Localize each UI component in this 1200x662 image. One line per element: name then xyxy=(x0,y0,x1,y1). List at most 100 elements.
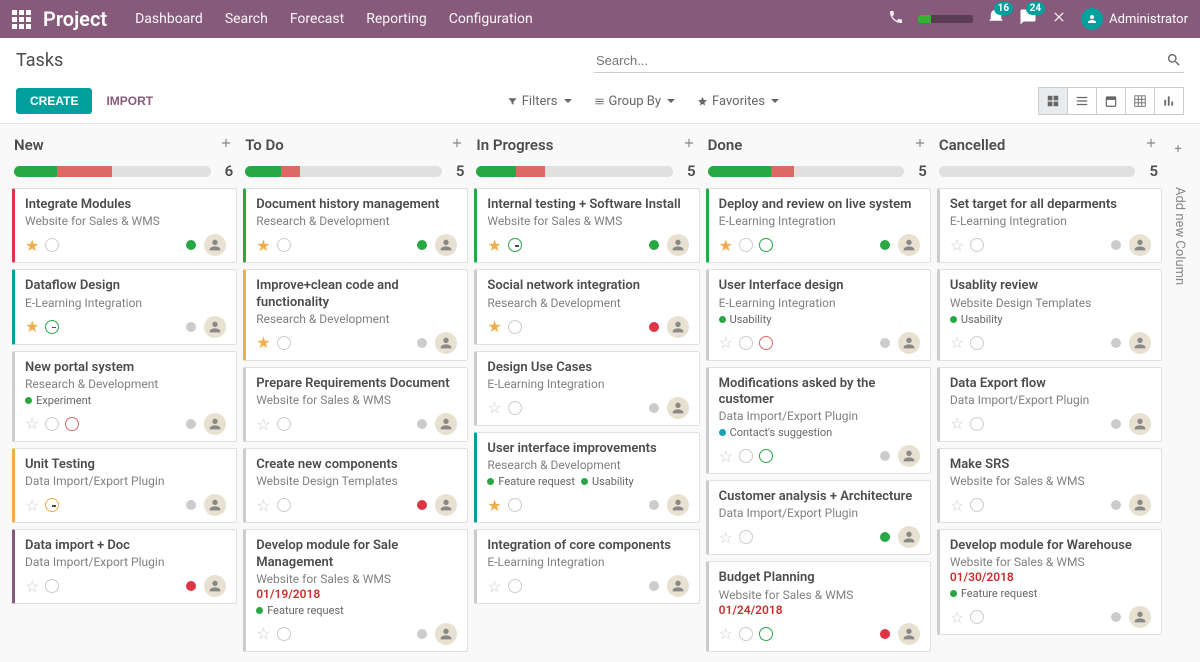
assignee-avatar[interactable] xyxy=(898,445,920,467)
status-dot[interactable] xyxy=(186,581,196,591)
status-dot[interactable] xyxy=(649,500,659,510)
clock-icon[interactable] xyxy=(45,579,59,593)
kanban-card[interactable]: Make SRSWebsite for Sales & WMS☆ xyxy=(937,448,1162,523)
kanban-card[interactable]: Internal testing + Software InstallWebsi… xyxy=(474,188,699,263)
star-icon[interactable]: ★ xyxy=(25,236,39,255)
nav-search[interactable]: Search xyxy=(225,11,268,27)
star-icon[interactable]: ★ xyxy=(487,317,501,336)
star-icon[interactable]: ☆ xyxy=(719,447,733,466)
status-dot[interactable] xyxy=(649,581,659,591)
status-dot[interactable] xyxy=(417,500,427,510)
status-dot[interactable] xyxy=(649,403,659,413)
clock-icon[interactable] xyxy=(277,627,291,641)
clock-icon[interactable] xyxy=(45,498,59,512)
assignee-avatar[interactable] xyxy=(667,316,689,338)
assignee-avatar[interactable] xyxy=(435,234,457,256)
clock-icon[interactable] xyxy=(508,238,522,252)
add-card-icon[interactable] xyxy=(913,136,927,154)
phone-icon[interactable] xyxy=(888,9,904,29)
kanban-card[interactable]: Integration of core componentsE-Learning… xyxy=(474,529,699,604)
filters-dropdown[interactable]: Filters xyxy=(507,94,572,109)
messages-icon[interactable]: 24 xyxy=(1019,8,1037,30)
clock-icon[interactable] xyxy=(45,238,59,252)
clock-icon[interactable] xyxy=(277,498,291,512)
add-column-label[interactable]: Add new Column xyxy=(1168,157,1191,285)
clock-icon[interactable] xyxy=(508,579,522,593)
status-dot[interactable] xyxy=(417,338,427,348)
status-dot[interactable] xyxy=(880,629,890,639)
assignee-avatar[interactable] xyxy=(204,575,226,597)
star-icon[interactable]: ☆ xyxy=(256,496,270,515)
clock-icon[interactable] xyxy=(739,627,753,641)
kanban-card[interactable]: Integrate ModulesWebsite for Sales & WMS… xyxy=(12,188,237,263)
kanban-card[interactable]: Develop module for WarehouseWebsite for … xyxy=(937,529,1162,635)
clock-icon[interactable] xyxy=(970,610,984,624)
kanban-card[interactable]: User Interface designE-Learning Integrat… xyxy=(706,269,931,360)
status-dot[interactable] xyxy=(1111,419,1121,429)
import-button[interactable]: IMPORT xyxy=(92,88,167,114)
status-dot[interactable] xyxy=(880,338,890,348)
kanban-card[interactable]: Dataflow DesignE-Learning Integration★ xyxy=(12,269,237,344)
star-icon[interactable]: ☆ xyxy=(25,496,39,515)
groupby-dropdown[interactable]: Group By xyxy=(594,94,676,109)
star-icon[interactable]: ☆ xyxy=(256,415,270,434)
star-icon[interactable]: ☆ xyxy=(487,577,501,596)
assignee-avatar[interactable] xyxy=(667,397,689,419)
add-card-icon[interactable] xyxy=(1144,136,1158,154)
clock-icon[interactable] xyxy=(970,238,984,252)
view-list[interactable] xyxy=(1067,87,1097,115)
view-graph[interactable] xyxy=(1154,87,1184,115)
assignee-avatar[interactable] xyxy=(898,526,920,548)
close-icon[interactable] xyxy=(1051,9,1067,29)
clock-icon[interactable] xyxy=(970,498,984,512)
face-icon[interactable] xyxy=(759,449,773,463)
assignee-avatar[interactable] xyxy=(204,494,226,516)
nav-configuration[interactable]: Configuration xyxy=(449,11,533,27)
add-card-icon[interactable] xyxy=(682,136,696,154)
nav-forecast[interactable]: Forecast xyxy=(290,11,344,27)
assignee-avatar[interactable] xyxy=(898,623,920,645)
search-icon[interactable] xyxy=(1166,52,1182,68)
status-dot[interactable] xyxy=(1111,240,1121,250)
add-card-icon[interactable] xyxy=(219,136,233,154)
star-icon[interactable]: ★ xyxy=(25,317,39,336)
star-icon[interactable]: ☆ xyxy=(487,398,501,417)
star-icon[interactable]: ☆ xyxy=(950,496,964,515)
star-icon[interactable]: ☆ xyxy=(25,414,39,433)
star-icon[interactable]: ★ xyxy=(487,236,501,255)
search-input[interactable] xyxy=(596,53,1166,68)
status-dot[interactable] xyxy=(417,240,427,250)
assignee-avatar[interactable] xyxy=(204,413,226,435)
clock-icon[interactable] xyxy=(508,320,522,334)
status-dot[interactable] xyxy=(186,240,196,250)
assignee-avatar[interactable] xyxy=(667,494,689,516)
clock-icon[interactable] xyxy=(508,498,522,512)
star-icon[interactable]: ★ xyxy=(256,236,270,255)
assignee-avatar[interactable] xyxy=(667,575,689,597)
face-icon[interactable] xyxy=(759,627,773,641)
clock-icon[interactable] xyxy=(970,417,984,431)
kanban-card[interactable]: Budget PlanningWebsite for Sales & WMS01… xyxy=(706,561,931,651)
status-dot[interactable] xyxy=(186,322,196,332)
star-icon[interactable]: ☆ xyxy=(950,236,964,255)
kanban-card[interactable]: Data Export flowData Import/Export Plugi… xyxy=(937,367,1162,442)
kanban-card[interactable]: Deploy and review on live systemE-Learni… xyxy=(706,188,931,263)
status-dot[interactable] xyxy=(880,532,890,542)
status-dot[interactable] xyxy=(417,419,427,429)
status-dot[interactable] xyxy=(649,240,659,250)
add-card-icon[interactable] xyxy=(450,136,464,154)
assignee-avatar[interactable] xyxy=(667,234,689,256)
search-box[interactable] xyxy=(594,48,1184,73)
kanban-card[interactable]: Usablity reviewWebsite Design TemplatesU… xyxy=(937,269,1162,360)
kanban-card[interactable]: Prepare Requirements DocumentWebsite for… xyxy=(243,367,468,442)
kanban-card[interactable]: Data import + DocData Import/Export Plug… xyxy=(12,529,237,604)
assignee-avatar[interactable] xyxy=(1129,332,1151,354)
assignee-avatar[interactable] xyxy=(204,234,226,256)
nav-reporting[interactable]: Reporting xyxy=(366,11,427,27)
assignee-avatar[interactable] xyxy=(1129,606,1151,628)
clock-icon[interactable] xyxy=(277,238,291,252)
create-button[interactable]: CREATE xyxy=(16,88,92,114)
clock-icon[interactable] xyxy=(739,449,753,463)
assignee-avatar[interactable] xyxy=(898,234,920,256)
status-dot[interactable] xyxy=(417,629,427,639)
